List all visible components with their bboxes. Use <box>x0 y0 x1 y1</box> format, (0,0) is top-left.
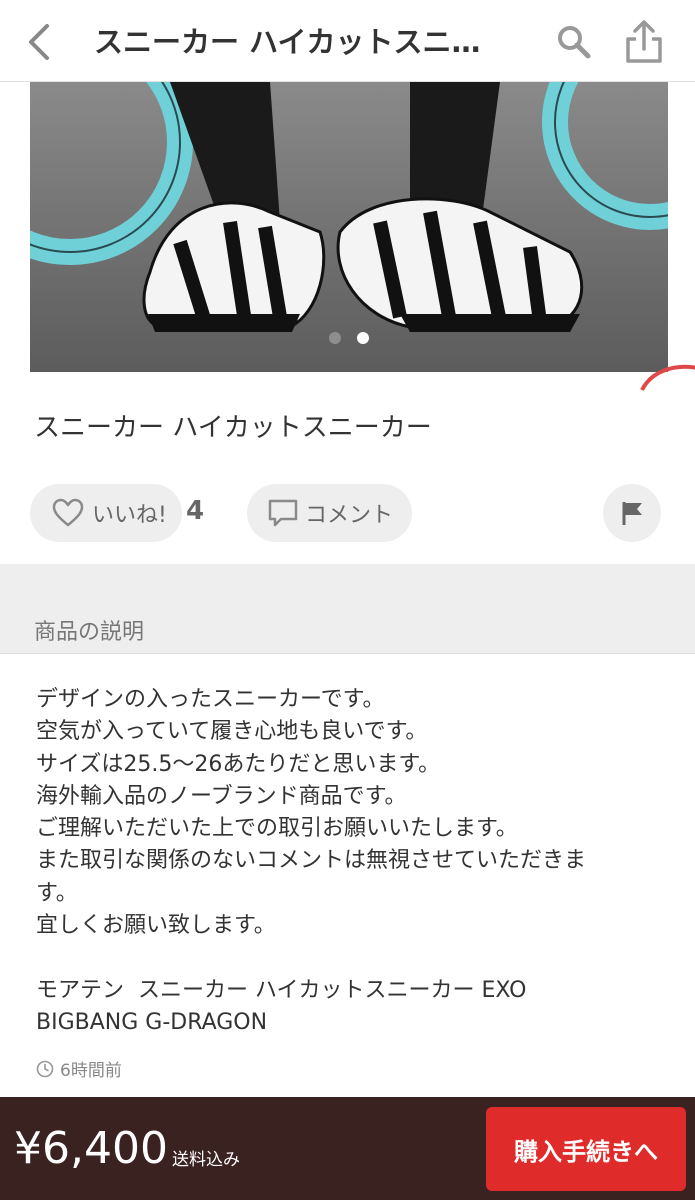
search-button[interactable] <box>554 22 594 62</box>
comment-button[interactable]: コメント <box>247 484 412 542</box>
like-count: 4 <box>186 496 205 526</box>
heart-icon <box>52 498 84 527</box>
carousel-dot-active[interactable] <box>357 332 369 344</box>
description-line: 海外輸入品のノーブランド商品です。 <box>36 783 407 809</box>
carousel-pagination <box>30 332 668 344</box>
comment-label: コメント <box>305 503 394 528</box>
description-line: す。 <box>36 880 78 906</box>
like-label: いいね! <box>92 503 167 528</box>
carousel-dot[interactable] <box>329 332 341 344</box>
corner-badge-icon <box>640 364 695 391</box>
description-line: モアテン スニーカー ハイカットスニーカー EXO <box>36 977 527 1003</box>
search-icon <box>558 26 591 59</box>
clock-icon <box>36 1060 54 1077</box>
like-button[interactable]: いいね! <box>30 484 182 542</box>
sneakers-photo <box>30 82 668 372</box>
description-line: また取引な関係のないコメントは無視させていただきま <box>36 848 587 874</box>
app-header: スニーカー ハイカットスニ… <box>0 0 695 82</box>
description-line: ご理解いただいた上での取引お願いいたします。 <box>36 816 518 842</box>
share-icon <box>626 20 662 63</box>
description-line: デザインの入ったスニーカーです。 <box>36 687 385 712</box>
description-line: 空気が入っていて履き心地も良いです。 <box>36 719 428 745</box>
comment-icon <box>268 499 298 527</box>
purchase-bar: ¥6,400 送料込み 購入手続きへ <box>0 1097 695 1200</box>
chevron-left-icon <box>29 24 49 60</box>
shipping-note: 送料込み <box>172 1150 240 1170</box>
flag-icon <box>622 502 642 525</box>
product-image-carousel[interactable] <box>30 82 668 372</box>
buy-button[interactable]: 購入手続きへ <box>486 1107 686 1191</box>
item-description: デザインの入ったスニーカーです。 空気が入っていて履き心地も良いです。 サイズは… <box>36 684 656 1039</box>
description-line: BIGBANG G-DRAGON <box>36 1009 268 1035</box>
back-button[interactable] <box>18 20 58 64</box>
item-title: スニーカー ハイカットスニーカー <box>34 413 432 443</box>
price: ¥6,400 <box>14 1123 168 1174</box>
description-line: サイズは25.5〜26あたりだと思います。 <box>36 751 441 777</box>
share-button[interactable] <box>622 18 666 64</box>
description-section-header: 商品の説明 <box>0 564 695 654</box>
report-button[interactable] <box>603 484 661 542</box>
posted-time: 6時間前 <box>36 1056 122 1081</box>
timestamp-text: 6時間前 <box>60 1061 122 1081</box>
description-line <box>36 942 656 974</box>
page-title: スニーカー ハイカットスニ… <box>94 25 481 59</box>
buy-label: 購入手続きへ <box>514 1137 658 1166</box>
description-line: 宜しくお願い致します。 <box>36 913 276 939</box>
section-label: 商品の説明 <box>34 620 145 645</box>
